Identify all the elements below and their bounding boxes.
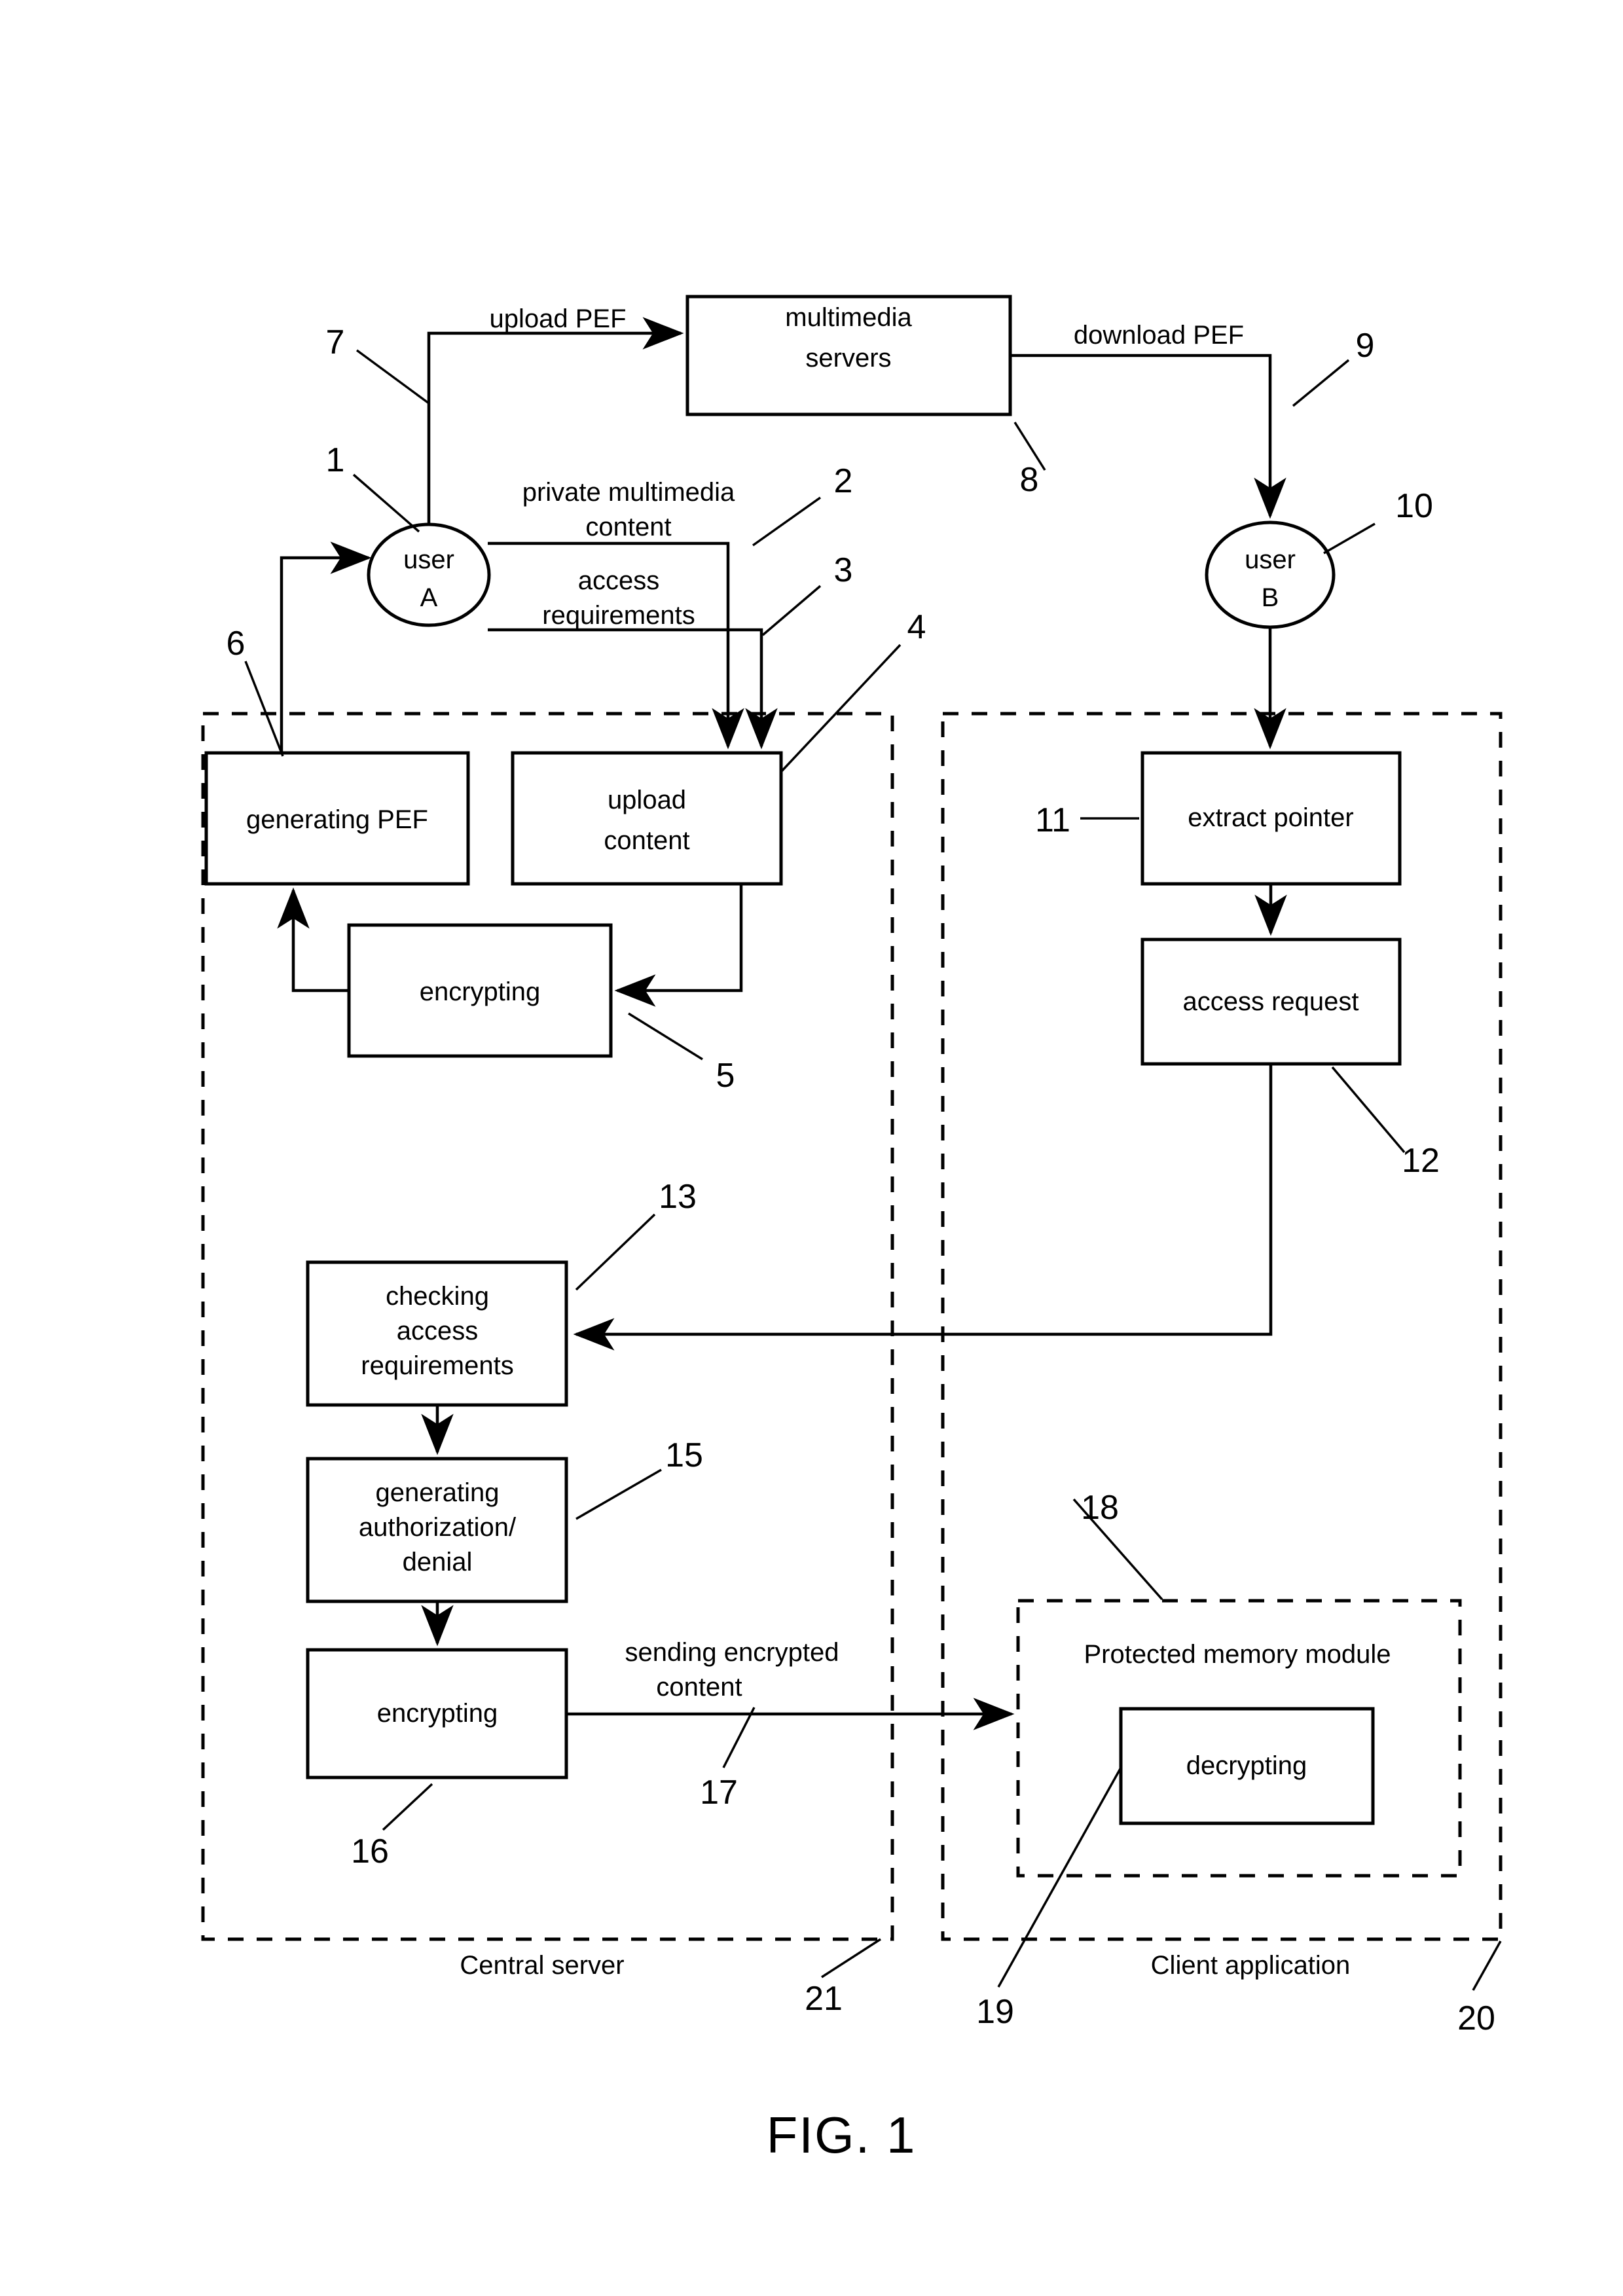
edge-label-sending-encrypted-line2: content xyxy=(656,1673,742,1702)
leader-13 xyxy=(575,1213,656,1291)
leader-7 xyxy=(356,349,430,405)
leader-16 xyxy=(382,1783,433,1831)
edge-label-sending-encrypted-line1: sending encrypted xyxy=(625,1638,839,1667)
ref-numeral-11-right: 18 xyxy=(1081,1489,1119,1527)
ref-numeral-13: 13 xyxy=(659,1178,697,1216)
edge-label-access-requirements-line2: requirements xyxy=(542,601,695,630)
ref-numeral-16: 16 xyxy=(351,1832,389,1870)
ref-numeral-10: 10 xyxy=(1395,487,1433,525)
ref-numeral-1: 1 xyxy=(326,441,345,479)
edge-label-upload-pef: upload PEF xyxy=(489,304,626,333)
figure-title: FIG. 1 xyxy=(767,2106,917,2164)
box-label-generating-auth-line1: generating xyxy=(375,1478,499,1507)
ref-numeral-15: 15 xyxy=(665,1436,703,1474)
box-label-upload-content-line1: upload xyxy=(608,786,686,814)
leader-15 xyxy=(575,1468,662,1520)
ref-numeral-21: 21 xyxy=(805,1980,843,2018)
actor-label-user-a-line1: user xyxy=(403,545,454,574)
box-label-multimedia-servers-line2: servers xyxy=(805,344,891,373)
ref-numeral-8: 8 xyxy=(1020,461,1039,499)
figure-canvas: multimedia servers generating PEF upload… xyxy=(201,295,1503,2164)
actor-label-user-b-line2: B xyxy=(1262,583,1279,612)
leader-9 xyxy=(1292,359,1350,407)
box-label-generating-pef: generating PEF xyxy=(246,805,428,834)
edge-label-download-pef: download PEF xyxy=(1074,321,1244,350)
edge-label-private-content-line2: content xyxy=(585,513,671,541)
leader-21 xyxy=(821,1938,881,1978)
leader-20 xyxy=(1472,1941,1502,1991)
box-label-multimedia-servers-line1: multimedia xyxy=(785,303,912,332)
leader-12 xyxy=(1331,1066,1406,1154)
ref-numeral-5: 5 xyxy=(716,1057,735,1095)
edge-label-access-requirements-line1: access xyxy=(578,566,660,595)
patent-figure-page: multimedia servers generating PEF upload… xyxy=(0,0,1623,2296)
box-label-upload-content-line2: content xyxy=(604,826,689,855)
ref-numeral-9: 9 xyxy=(1356,327,1375,365)
leader-5 xyxy=(628,1012,703,1061)
actor-label-user-b-line1: user xyxy=(1245,545,1296,574)
container-label-central-server: Central server xyxy=(460,1951,624,1980)
box-label-generating-auth-line3: denial xyxy=(403,1548,473,1576)
box-label-decrypting: decrypting xyxy=(1186,1751,1307,1780)
edge-label-private-content-line1: private multimedia xyxy=(522,478,735,507)
ref-numeral-19: 19 xyxy=(976,1993,1014,2031)
ref-numeral-2: 2 xyxy=(834,462,853,500)
leader-3 xyxy=(761,585,822,636)
edge-download-pef xyxy=(1010,354,1286,519)
container-label-client-application: Client application xyxy=(1151,1951,1351,1980)
ref-numeral-3: 3 xyxy=(834,551,853,589)
edge-pef-to-user-a xyxy=(280,541,372,753)
ref-numeral-4: 4 xyxy=(907,608,926,646)
box-label-extract-pointer: extract pointer xyxy=(1188,803,1353,832)
leader-6 xyxy=(244,661,284,757)
ref-numeral-7: 7 xyxy=(326,323,345,361)
leader-10 xyxy=(1323,522,1376,555)
box-upload-content xyxy=(511,751,783,886)
box-label-checking-access-line1: checking xyxy=(386,1282,489,1311)
leader-2 xyxy=(752,496,822,547)
leader-1 xyxy=(352,473,420,533)
ref-numeral-17: 17 xyxy=(700,1774,738,1812)
box-label-checking-access-line2: access xyxy=(397,1317,479,1345)
edge-upload-to-encrypting xyxy=(614,884,743,1007)
edge-encrypting-to-generating-pef xyxy=(277,887,349,993)
ref-numeral-11: 11 xyxy=(1035,801,1070,839)
edge-access-requirements xyxy=(488,628,778,750)
ref-numeral-12: 12 xyxy=(1402,1142,1440,1180)
leader-4 xyxy=(779,644,902,774)
leader-17 xyxy=(722,1707,756,1768)
box-label-access-request: access request xyxy=(1182,987,1359,1016)
box-label-encrypting-upload: encrypting xyxy=(420,977,541,1006)
ref-numeral-20: 20 xyxy=(1457,1999,1495,2037)
ref-numeral-6: 6 xyxy=(227,625,246,663)
box-label-encrypting-send: encrypting xyxy=(377,1699,498,1728)
actor-label-user-a-line2: A xyxy=(420,583,438,612)
container-label-protected-memory-module: Protected memory module xyxy=(1084,1640,1391,1669)
box-label-generating-auth-line2: authorization/ xyxy=(359,1513,517,1542)
box-label-checking-access-line3: requirements xyxy=(361,1351,513,1380)
